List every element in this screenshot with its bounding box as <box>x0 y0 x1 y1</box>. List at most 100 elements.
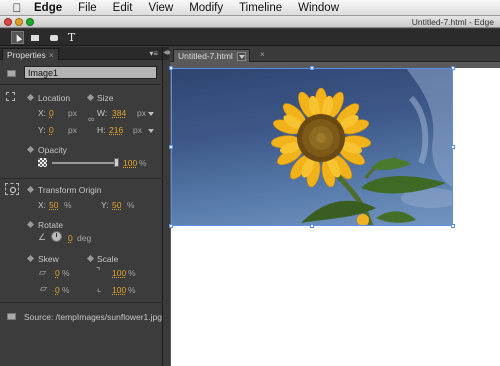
origin-y-value[interactable]: 50 <box>112 200 121 210</box>
rounded-rectangle-icon <box>49 34 58 41</box>
scale-x-value[interactable]: 100 <box>112 268 126 278</box>
menu-edit[interactable]: Edit <box>105 0 141 16</box>
tab-document[interactable]: Untitled-7.html <box>173 49 250 62</box>
transform-origin-icon[interactable] <box>5 183 19 195</box>
tools-bar: T <box>0 29 500 46</box>
rectangle-icon <box>30 34 39 41</box>
minimize-window-button[interactable] <box>15 18 23 26</box>
skew-x-unit: % <box>62 268 70 278</box>
skew-y-unit: % <box>62 285 70 295</box>
divider <box>0 302 163 303</box>
opacity-unit: % <box>139 158 147 168</box>
resize-handle-top-left[interactable] <box>169 66 173 70</box>
w-label: W: <box>97 108 108 118</box>
document-tab-bar: Untitled-7.html × <box>170 47 500 62</box>
height-unit: px <box>133 125 142 135</box>
location-x-value[interactable]: 0 <box>49 108 54 118</box>
location-x-unit: px <box>68 108 77 118</box>
skew-label: Skew <box>38 254 59 264</box>
scale-x-icon: ⌝ <box>96 266 101 276</box>
location-y-value[interactable]: 0 <box>49 125 54 135</box>
opacity-label: Opacity <box>38 145 67 155</box>
opacity-checker-icon <box>38 158 47 167</box>
collapse-panel-icon[interactable]: ◀▶ <box>163 47 172 60</box>
bounds-icon <box>6 92 15 101</box>
transform-origin-label: Transform Origin <box>38 185 102 195</box>
panel-menu-icon[interactable]: ▾≡ <box>149 49 158 58</box>
x-label: X: <box>38 108 47 118</box>
rectangle-tool[interactable] <box>28 31 41 44</box>
size-label: Size <box>97 93 114 103</box>
element-name-field[interactable]: Image1 <box>24 66 157 79</box>
sunflower-image[interactable] <box>171 68 453 226</box>
opacity-value[interactable]: 100 <box>123 158 137 168</box>
origin-y-unit: % <box>127 200 135 210</box>
menu-file[interactable]: File <box>70 0 105 16</box>
skew-y-icon: ▱ <box>40 283 47 293</box>
height-value[interactable]: 216 <box>109 125 123 135</box>
angle-icon: ∠ <box>38 232 47 242</box>
opacity-slider-track[interactable] <box>52 162 118 164</box>
image-element-icon <box>7 70 16 77</box>
sunflower-petals <box>270 87 372 188</box>
link-proportions-icon[interactable]: ∞ <box>88 114 94 124</box>
divider <box>0 178 163 179</box>
scale-label: Scale <box>97 254 119 264</box>
scale-x-unit: % <box>128 268 136 278</box>
resize-handle-top-right[interactable] <box>451 66 455 70</box>
divider <box>0 84 163 85</box>
height-unit-dropdown-icon[interactable] <box>148 129 154 133</box>
window-title: Untitled-7.html - Edge <box>411 17 494 27</box>
scale-y-icon: ⌞ <box>97 283 102 293</box>
rounded-rectangle-tool[interactable] <box>47 31 60 44</box>
menu-bar:  Edge File Edit View Modify Timeline Wi… <box>0 0 500 16</box>
apple-icon[interactable]:  <box>6 1 28 15</box>
resize-handle-bottom-right[interactable] <box>451 224 455 228</box>
origin-y-label: Y: <box>101 200 109 210</box>
origin-x-value[interactable]: 50 <box>49 200 58 210</box>
location-label: Location <box>38 93 71 103</box>
text-icon: T <box>67 31 76 44</box>
close-icon[interactable]: × <box>49 50 54 60</box>
rotate-dial[interactable] <box>51 231 62 242</box>
window-title-bar: Untitled-7.html - Edge <box>0 16 500 28</box>
selection-tool[interactable] <box>11 31 24 44</box>
resize-handle-bottom-left[interactable] <box>169 224 173 228</box>
sunflower-graphic <box>270 68 453 226</box>
menu-app-edge[interactable]: Edge <box>28 0 70 16</box>
origin-x-unit: % <box>64 200 72 210</box>
menu-window[interactable]: Window <box>290 0 347 16</box>
width-unit-dropdown-icon[interactable] <box>148 112 154 116</box>
resize-handle-right[interactable] <box>451 145 455 149</box>
source-path[interactable]: Source: /tempImages/sunflower1.jpg <box>24 312 162 322</box>
tab-properties-label: Properties <box>7 50 46 60</box>
image-source-icon <box>7 313 16 320</box>
opacity-slider-knob[interactable] <box>114 158 119 167</box>
tab-properties[interactable]: Properties × <box>2 48 59 60</box>
arrow-icon <box>13 33 22 42</box>
resize-handle-top[interactable] <box>310 66 314 70</box>
y-label: Y: <box>38 125 46 135</box>
document-menu-dropdown[interactable] <box>236 51 246 61</box>
h-label: H: <box>97 125 106 135</box>
skew-y-value[interactable]: 0 <box>55 285 60 295</box>
resize-handle-bottom[interactable] <box>310 224 314 228</box>
resize-handle-left[interactable] <box>169 145 173 149</box>
width-unit: px <box>137 108 146 118</box>
zoom-window-button[interactable] <box>26 18 34 26</box>
close-window-button[interactable] <box>4 18 12 26</box>
location-y-unit: px <box>68 125 77 135</box>
menu-modify[interactable]: Modify <box>181 0 231 16</box>
scale-y-value[interactable]: 100 <box>112 285 126 295</box>
scale-y-unit: % <box>128 285 136 295</box>
skew-x-value[interactable]: 0 <box>55 268 60 278</box>
close-icon[interactable]: × <box>260 50 265 59</box>
rotate-unit: deg <box>77 233 92 243</box>
menu-timeline[interactable]: Timeline <box>231 0 290 16</box>
rotate-value[interactable]: 0 <box>68 233 73 243</box>
text-tool[interactable]: T <box>65 31 78 44</box>
skew-x-icon: ▱ <box>39 267 46 277</box>
menu-view[interactable]: View <box>140 0 181 16</box>
width-value[interactable]: 384 <box>112 108 126 118</box>
origin-x-label: X: <box>38 200 47 210</box>
